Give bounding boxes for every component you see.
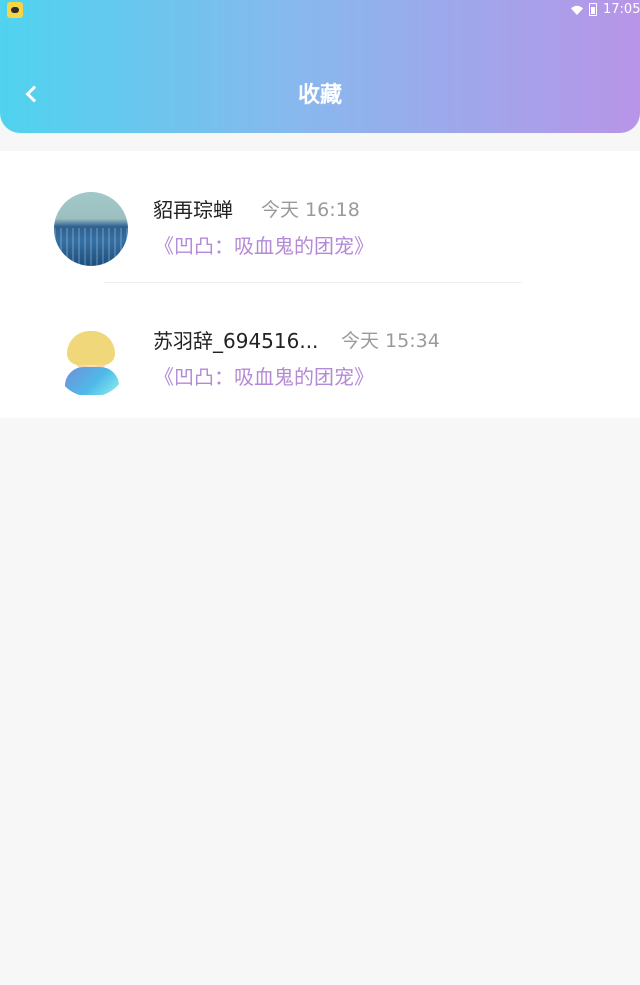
status-time: 17:05: [603, 2, 640, 17]
book-title[interactable]: 《凹凸：吸血鬼的团宠》: [154, 232, 374, 260]
battery-icon: [589, 3, 597, 16]
list-divider: [104, 282, 522, 283]
status-bar: 17:05: [0, 0, 640, 20]
app-notification-icon: [7, 2, 23, 18]
favorite-list-item[interactable]: 貂再琮蝉 今天 16:18 《凹凸：吸血鬼的团宠》: [0, 184, 640, 304]
favorite-time: 今天 15:34: [341, 330, 440, 352]
favorite-list-item[interactable]: 苏羽辞_694516... 今天 15:34 《凹凸：吸血鬼的团宠》: [0, 315, 640, 435]
wifi-icon: [571, 5, 583, 15]
favorite-time: 今天 16:18: [261, 199, 360, 221]
header: 17:05 收藏: [0, 0, 640, 133]
favorites-list: 貂再琮蝉 今天 16:18 《凹凸：吸血鬼的团宠》 苏羽辞_694516... …: [0, 151, 640, 418]
user-avatar[interactable]: [54, 192, 128, 266]
user-name[interactable]: 貂再琮蝉: [153, 196, 233, 224]
page-title: 收藏: [297, 83, 342, 108]
user-name[interactable]: 苏羽辞_694516...: [153, 327, 318, 355]
book-title[interactable]: 《凹凸：吸血鬼的团宠》: [154, 363, 374, 391]
user-avatar[interactable]: [54, 323, 128, 397]
